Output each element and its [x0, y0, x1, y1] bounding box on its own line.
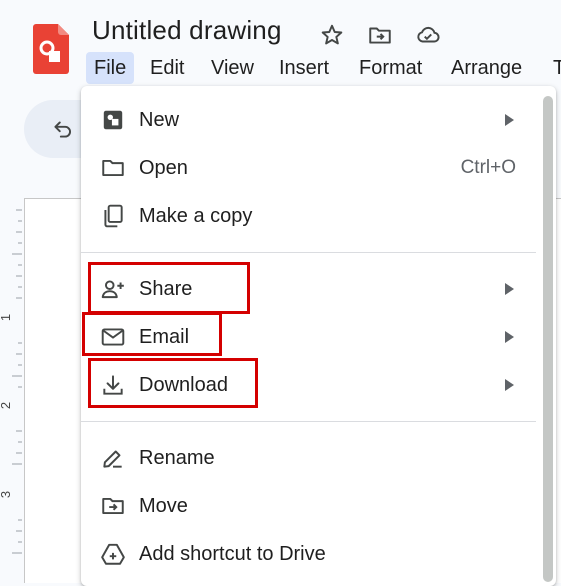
- menu-format[interactable]: Format: [351, 52, 430, 84]
- menu-item-open[interactable]: Open Ctrl+O: [81, 144, 536, 192]
- menu-divider: [81, 252, 536, 253]
- menu-item-label: Open: [139, 157, 188, 179]
- menu-item-label: Add shortcut to Drive: [139, 543, 326, 565]
- menu-insert[interactable]: Insert: [271, 52, 337, 84]
- new-drawing-icon: [100, 107, 126, 133]
- star-icon[interactable]: [319, 22, 345, 48]
- ruler-number: 3: [0, 491, 13, 498]
- copy-icon: [100, 203, 126, 229]
- menu-divider: [81, 421, 536, 422]
- drive-shortcut-icon: [100, 541, 126, 567]
- menu-arrange[interactable]: Arrange: [443, 52, 530, 84]
- menu-item-label: Make a copy: [139, 205, 253, 227]
- menu-item-move[interactable]: Move: [81, 482, 536, 530]
- google-drawings-logo[interactable]: [33, 24, 69, 74]
- cloud-saved-icon[interactable]: [415, 22, 441, 48]
- submenu-arrow-icon: [505, 283, 514, 295]
- shortcut-label: Ctrl+O: [460, 157, 516, 178]
- submenu-arrow-icon: [505, 379, 514, 391]
- menu-item-new[interactable]: New: [81, 96, 536, 144]
- share-highlight-box: [88, 262, 250, 314]
- rename-pencil-icon: [100, 445, 126, 471]
- document-title[interactable]: Untitled drawing: [92, 15, 282, 46]
- folder-icon: [100, 155, 126, 181]
- menu-item-label: Rename: [139, 447, 215, 469]
- menu-bar: File Edit View Insert Format Arrange T: [82, 52, 561, 84]
- menu-scrollbar[interactable]: [543, 96, 553, 582]
- move-folder-icon: [100, 493, 126, 519]
- menu-item-rename[interactable]: Rename: [81, 434, 536, 482]
- menu-file[interactable]: File: [86, 52, 135, 84]
- download-highlight-box: [88, 358, 258, 408]
- ruler-number: 2: [0, 402, 13, 409]
- menu-edit[interactable]: Edit: [142, 52, 192, 84]
- move-to-folder-icon[interactable]: [367, 22, 393, 48]
- menu-item-add-shortcut-to-drive[interactable]: Add shortcut to Drive: [81, 530, 536, 578]
- menu-tools[interactable]: T: [545, 52, 561, 84]
- menu-item-make-a-copy[interactable]: Make a copy: [81, 192, 536, 240]
- email-highlight-box: [82, 312, 222, 356]
- menu-item-label: Move: [139, 495, 188, 517]
- vertical-ruler: 1 2 3: [0, 198, 24, 582]
- submenu-arrow-icon: [505, 331, 514, 343]
- undo-icon[interactable]: [50, 116, 76, 142]
- submenu-arrow-icon: [505, 114, 514, 126]
- ruler-number: 1: [0, 314, 13, 321]
- menu-view[interactable]: View: [203, 52, 262, 84]
- menu-item-label: New: [139, 109, 180, 131]
